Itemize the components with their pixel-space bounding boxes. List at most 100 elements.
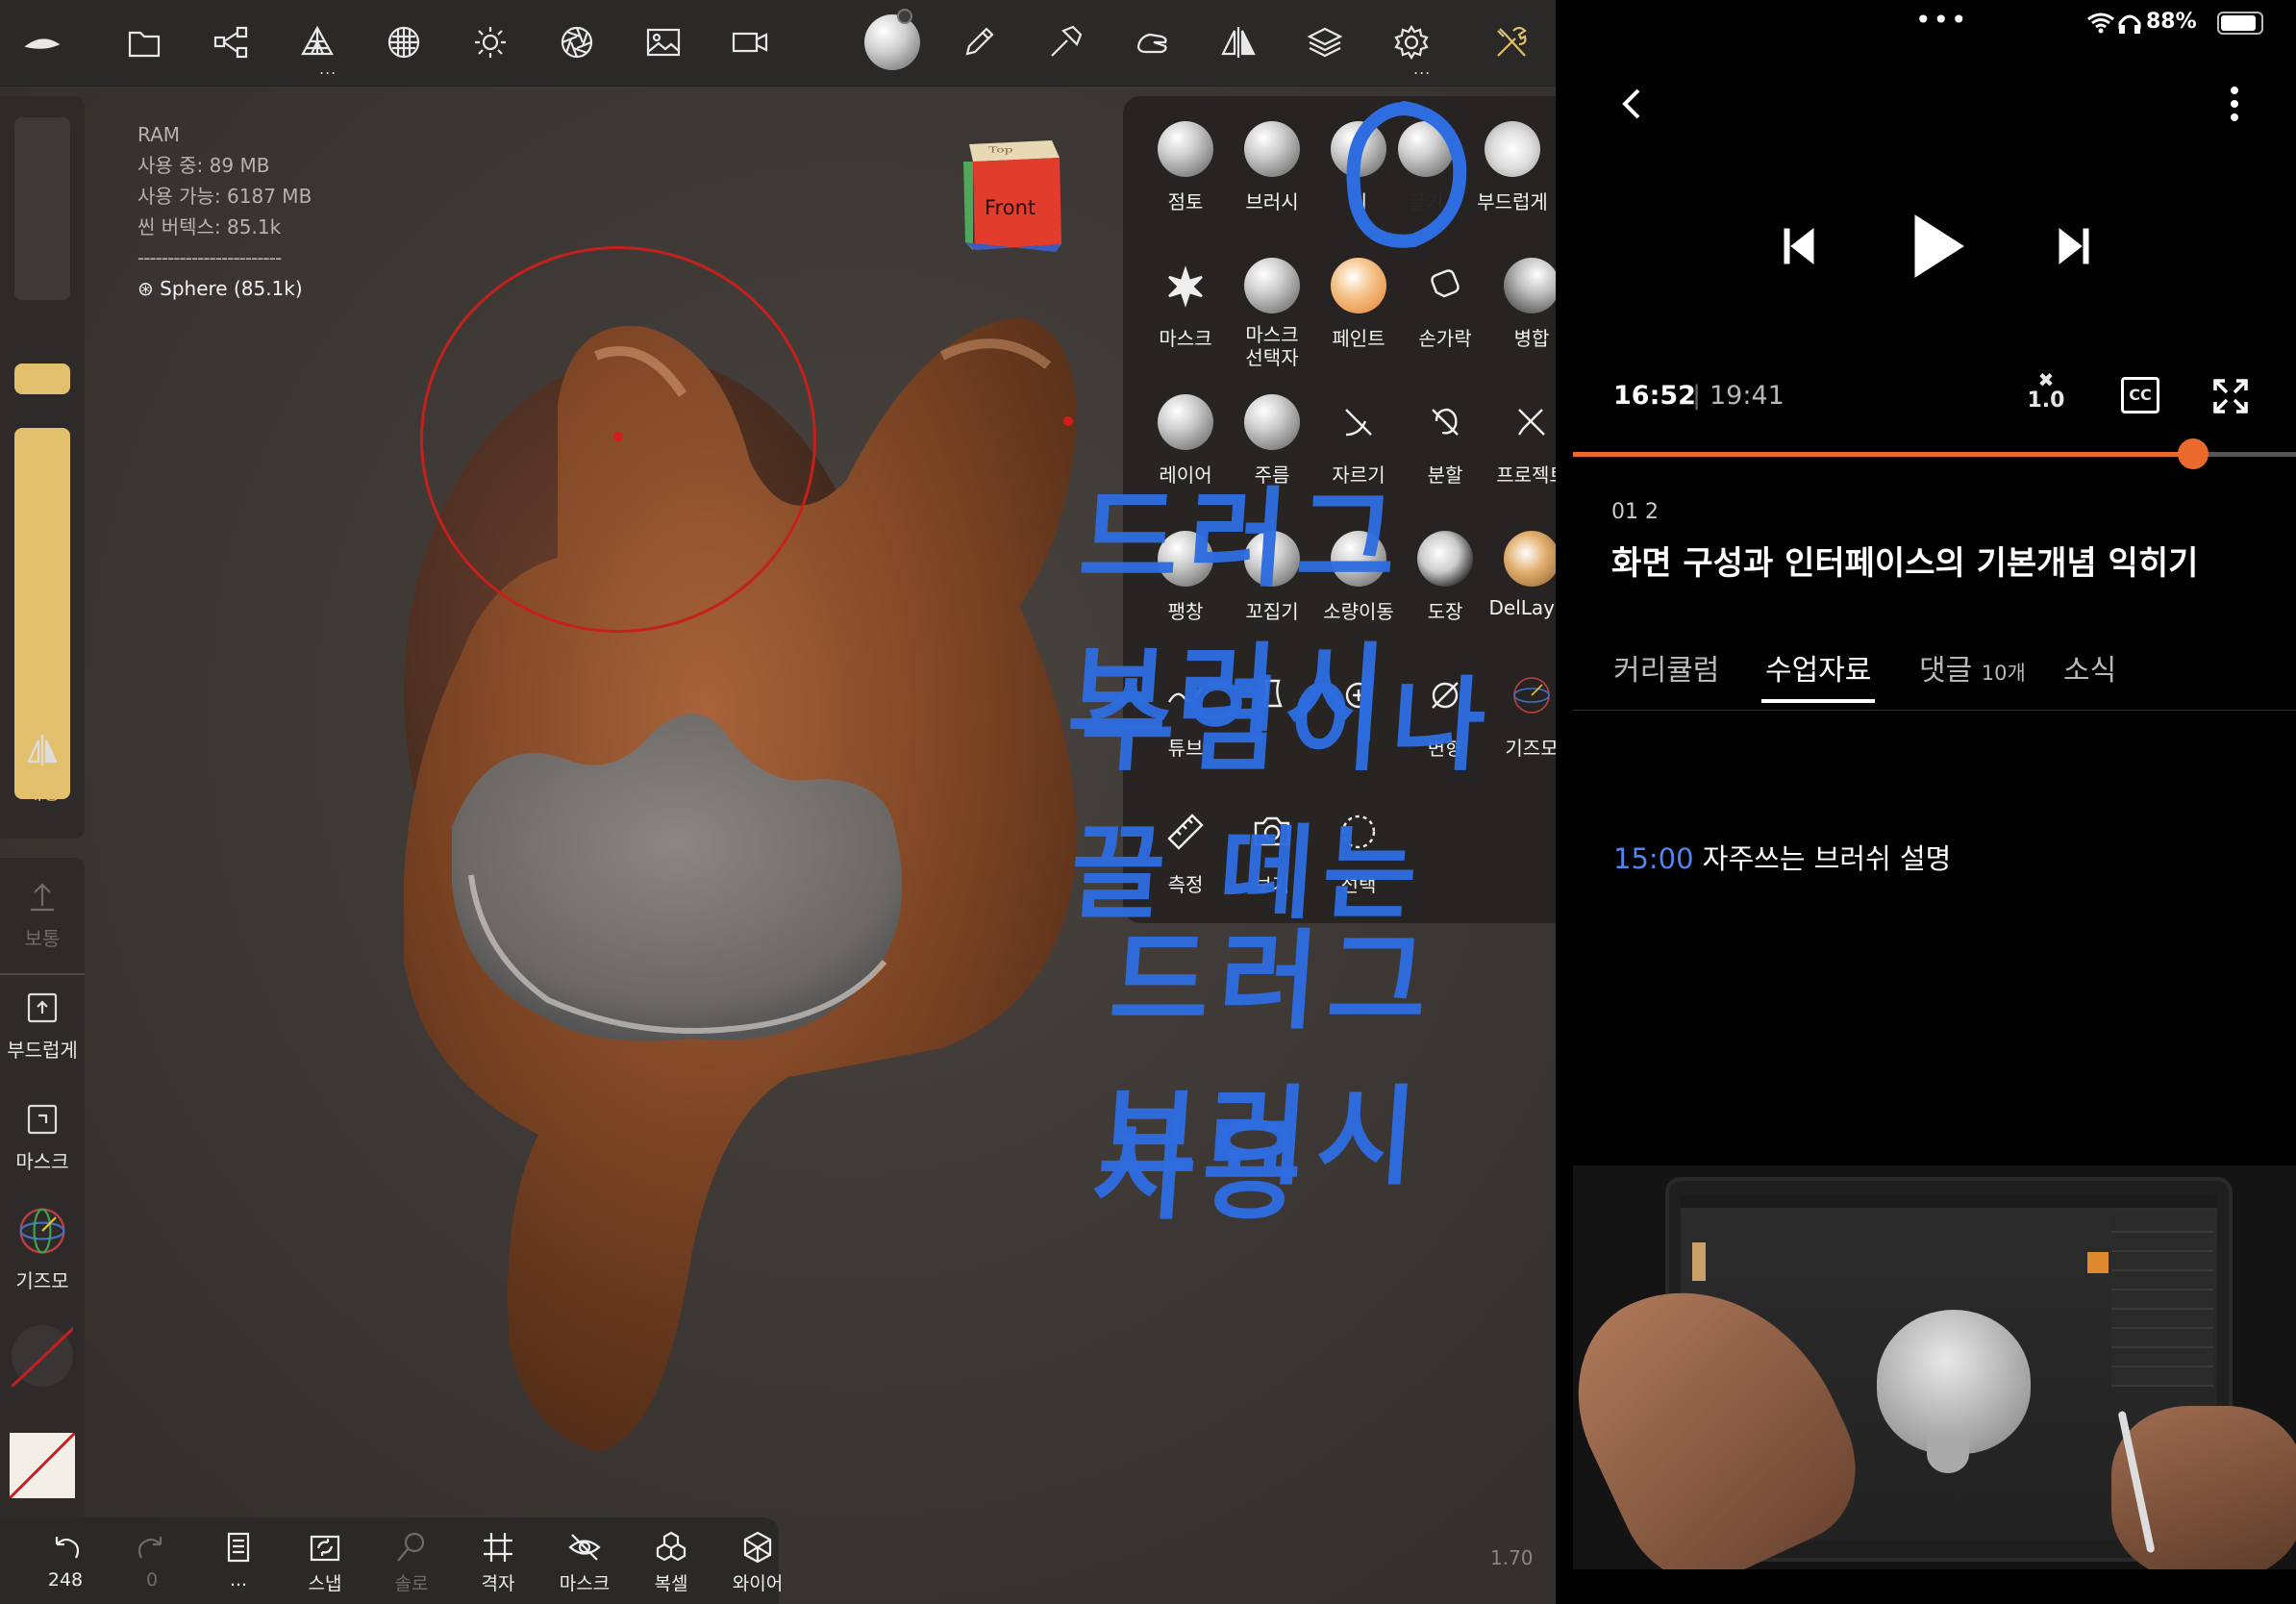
chapter-item[interactable]: 15:00 자주쓰는 브러쉬 설명 <box>1613 837 1951 877</box>
undo-button[interactable]: 248 <box>27 1529 104 1591</box>
tab-materials[interactable]: 수업자료 <box>1765 646 1871 689</box>
redo-count: 0 <box>145 1569 159 1591</box>
smooth-sphere-icon <box>1485 121 1540 177</box>
sculpt-app: ... ... 대칭 보통 부드럽게 마스크 기즈모 RAM 사용 중: 89 … <box>0 0 1556 1604</box>
solo-label: 솔로 <box>394 1573 429 1594</box>
solo-button[interactable]: 솔로 <box>373 1529 450 1595</box>
light-icon[interactable] <box>465 17 515 67</box>
cube-top-label: Top <box>988 145 1013 155</box>
layers-icon[interactable] <box>1300 17 1350 67</box>
next-button[interactable] <box>2058 227 2090 269</box>
voxel-button[interactable]: 복셀 <box>633 1529 710 1595</box>
mask-visibility-button[interactable]: 마스크 <box>546 1529 623 1595</box>
lesson-title: 화면 구성과 인터페이스의 기본개념 익히기 <box>1611 544 2199 583</box>
speed-value: 1.0 <box>2027 388 2065 413</box>
split-view-divider[interactable] <box>1556 0 1573 1604</box>
chevron-left-icon <box>1622 88 1640 119</box>
video-preview-thumbnail[interactable] <box>1573 1165 2296 1569</box>
mask-button[interactable]: 마스크 <box>0 1100 85 1174</box>
upload-arrow-icon <box>31 883 54 912</box>
mesh-entry[interactable]: ⊛ Sphere (85.1k) <box>137 273 312 304</box>
app-logo-icon[interactable] <box>17 17 67 67</box>
lesson-number: 01 2 <box>1611 500 1659 524</box>
material-swatch[interactable] <box>8 1431 77 1500</box>
clay-sphere-icon <box>1158 121 1213 177</box>
color-swatch-none[interactable] <box>6 1319 83 1392</box>
image-icon[interactable] <box>638 17 688 67</box>
tool-smudge[interactable]: 손가락 <box>1402 258 1488 351</box>
mask-box-icon <box>27 1104 58 1135</box>
undo-count: 248 <box>47 1569 84 1591</box>
snap-button[interactable]: 스냅 <box>287 1529 363 1595</box>
grid-label: 격자 <box>481 1573 515 1594</box>
more-options-button[interactable] <box>2229 85 2240 127</box>
redo-button[interactable]: 0 <box>113 1529 190 1591</box>
chapter-time[interactable]: 15:00 <box>1613 842 1694 875</box>
video-icon[interactable] <box>725 17 775 67</box>
tabs-divider <box>1573 710 2296 711</box>
radius-slider[interactable] <box>14 117 70 300</box>
voxel-label: 복셀 <box>654 1573 688 1594</box>
view-cube[interactable]: Top Front <box>960 137 1065 252</box>
skip-next-icon <box>2059 227 2089 265</box>
play-button[interactable] <box>1911 213 1965 283</box>
handwriting-line-4: 사용 <box>1088 1110 1315 1235</box>
tool-paint[interactable]: 페인트 <box>1315 258 1402 351</box>
split-icon <box>1417 394 1473 450</box>
brush-sphere-icon[interactable] <box>861 9 923 73</box>
play-icon <box>1914 214 1964 278</box>
symmetry-icon[interactable] <box>1213 17 1263 67</box>
redo-icon <box>137 1537 162 1559</box>
cc-icon[interactable]: CC <box>2121 377 2159 414</box>
history-more: ... <box>229 1569 248 1591</box>
tool-smooth[interactable]: 부드럽게 <box>1469 121 1556 214</box>
material-sphere-icon[interactable] <box>379 17 429 67</box>
history-button[interactable]: ... <box>200 1529 277 1591</box>
normal-label: 보통 <box>24 927 61 950</box>
tool-brush[interactable]: 브러시 <box>1229 121 1315 214</box>
playback-speed-button[interactable]: ✖ 1.0 <box>2025 370 2067 413</box>
symmetry-toggle[interactable]: 대칭 <box>0 731 85 805</box>
video-player-app: ••• 88% 16:52 | 19:41 ✖ 1.0 CC 01 2 화면 구… <box>1573 0 2296 1604</box>
multitask-dots[interactable]: ••• <box>1915 4 1969 36</box>
tab-comments[interactable]: 댓글 10개 <box>1919 646 2026 689</box>
crease-sphere-icon <box>1244 394 1300 450</box>
pen-icon[interactable] <box>954 17 1004 67</box>
paint-sphere-icon <box>1331 258 1386 313</box>
tool-clay[interactable]: 점토 <box>1142 121 1229 214</box>
project-icon <box>1504 394 1556 450</box>
gizmo-icon <box>19 1208 65 1254</box>
back-button[interactable] <box>1617 85 1646 127</box>
hand-icon[interactable] <box>1127 17 1177 67</box>
hammer-icon[interactable] <box>1040 17 1090 67</box>
wireframe-sphere-icon <box>743 1531 772 1564</box>
previous-button[interactable] <box>1783 227 1815 269</box>
fullscreen-button[interactable] <box>2211 377 2250 419</box>
active-tab-indicator <box>1761 699 1875 703</box>
normal-button[interactable]: 보통 <box>0 877 85 951</box>
battery-percent: 88% <box>2146 10 2197 34</box>
smooth-button[interactable]: 부드럽게 <box>0 989 85 1063</box>
trim-icon <box>1331 394 1386 450</box>
tools-icon[interactable] <box>1486 17 1536 67</box>
tool-mask-selector[interactable]: 마스크 선택자 <box>1229 258 1315 369</box>
gizmo-button[interactable]: 기즈모 <box>0 1204 85 1293</box>
camera-aperture-icon[interactable] <box>552 17 602 67</box>
smooth-box-icon <box>27 992 58 1023</box>
tool-mask[interactable]: 마스크 <box>1142 258 1229 351</box>
scene-tree-icon[interactable] <box>206 17 256 67</box>
bottom-toolbar: 248 0 ... 스냅 솔로 격자 마스크 복셀 와이어 <box>0 1517 783 1604</box>
ram-available: 사용 가능: 6187 MB <box>137 185 312 208</box>
layer-sphere-icon <box>1158 394 1213 450</box>
tab-news[interactable]: 소식 <box>2063 646 2116 689</box>
mesh-sphere-icon: ⊛ <box>137 277 154 300</box>
ram-label: RAM <box>137 123 181 146</box>
folder-icon[interactable] <box>119 17 169 67</box>
progress-knob[interactable] <box>2178 439 2209 469</box>
progress-fill <box>1573 452 2194 457</box>
tool-merge[interactable]: 병합 <box>1488 258 1556 351</box>
tab-curriculum[interactable]: 커리큘럼 <box>1613 646 1719 689</box>
mask-label: 마스크 <box>15 1150 69 1173</box>
grid-button[interactable]: 격자 <box>460 1529 537 1595</box>
wireframe-button[interactable]: 와이어 <box>719 1529 796 1595</box>
